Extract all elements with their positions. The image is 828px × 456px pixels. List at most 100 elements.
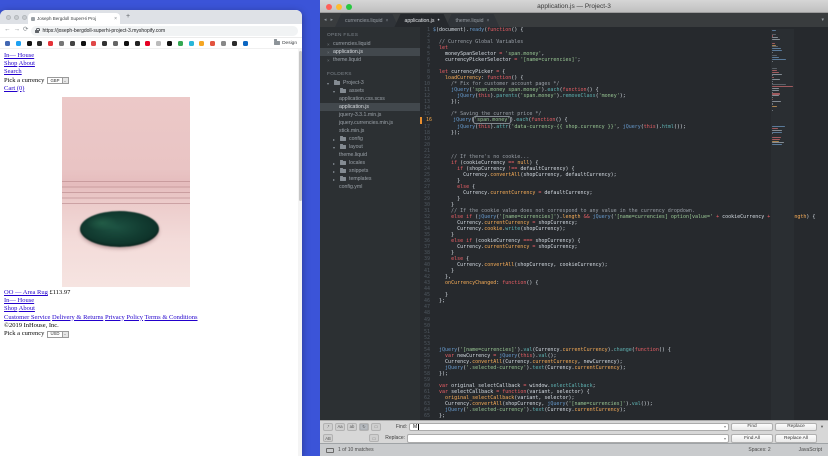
highlight-matches-toggle[interactable]: □	[369, 434, 379, 442]
editor-tab[interactable]: currencies.liquid×	[335, 14, 398, 27]
tree-file-item[interactable]: theme.liquid	[320, 151, 420, 159]
close-file-icon[interactable]: ×	[327, 58, 331, 63]
indentation-setting[interactable]: Spaces: 2	[748, 447, 770, 453]
syntax-setting[interactable]: JavaScript	[799, 447, 822, 453]
reload-icon[interactable]: ⟳	[23, 27, 28, 34]
product-link[interactable]: OO — Area Rug	[4, 289, 48, 296]
wrap-toggle[interactable]: ↻	[359, 423, 369, 431]
editor-tab[interactable]: application.js•	[394, 14, 449, 27]
bookmark-favicon[interactable]	[102, 41, 107, 46]
about-link[interactable]: About	[19, 60, 35, 67]
find-button[interactable]: Find	[731, 423, 773, 432]
close-button[interactable]	[326, 4, 332, 10]
open-file-item[interactable]: ×application.js	[320, 48, 420, 56]
privacy-policy-link[interactable]: Privacy Policy	[105, 314, 143, 321]
preserve-case-toggle[interactable]: AB	[323, 434, 333, 442]
tree-folder-item[interactable]: ▸snippets	[320, 167, 420, 175]
minimap[interactable]	[771, 29, 794, 420]
bookmark-favicon[interactable]	[210, 41, 215, 46]
bookmark-favicon[interactable]	[48, 41, 53, 46]
tree-folder-item[interactable]: ▸locales	[320, 159, 420, 167]
chevron-down-icon[interactable]: ▾	[327, 81, 332, 86]
bookmark-favicon[interactable]	[189, 41, 194, 46]
open-file-item[interactable]: ×theme.liquid	[320, 56, 420, 64]
tree-file-item[interactable]: jquery.currencies.min.js	[320, 119, 420, 127]
tree-file-item[interactable]: application.js	[320, 103, 420, 111]
zoom-button[interactable]	[22, 15, 27, 20]
bookmark-favicon[interactable]	[5, 41, 10, 46]
bookmark-favicon[interactable]	[27, 41, 32, 46]
bookmark-favicon[interactable]	[16, 41, 21, 46]
currency-select-top[interactable]: GBP ⌄	[47, 77, 68, 84]
bookmark-favicon[interactable]	[199, 41, 204, 46]
chevron-down-icon[interactable]: ▾	[724, 436, 726, 441]
bookmark-favicon[interactable]	[70, 41, 75, 46]
tree-file-item[interactable]: stick.min.js	[320, 127, 420, 135]
bookmark-favicon[interactable]	[167, 41, 172, 46]
bookmark-favicon[interactable]	[91, 41, 96, 46]
tree-file-item[interactable]: application.css.scss	[320, 95, 420, 103]
bookmark-favicon[interactable]	[156, 41, 161, 46]
tab-close-icon[interactable]: ×	[114, 16, 117, 22]
replace-all-button[interactable]: Replace All	[775, 434, 817, 443]
minimize-button[interactable]	[14, 15, 19, 20]
chevron-down-icon[interactable]: ▾	[333, 145, 338, 150]
new-tab-button[interactable]: +	[126, 13, 130, 20]
bookmark-favicon[interactable]	[124, 41, 129, 46]
zoom-button[interactable]	[346, 4, 352, 10]
shop-link[interactable]: Shop	[4, 60, 17, 67]
open-file-item[interactable]: ×currencies.liquid	[320, 40, 420, 48]
forward-icon[interactable]: →	[14, 27, 21, 34]
whole-word-toggle[interactable]: ab	[347, 423, 357, 431]
editor-tab[interactable]: theme.liquid×	[446, 14, 500, 27]
customer-service-link[interactable]: Customer Service	[4, 314, 50, 321]
in-selection-toggle[interactable]: □	[371, 423, 381, 431]
tree-folder-item[interactable]: ▸config	[320, 135, 420, 143]
case-sensitive-toggle[interactable]: Aa	[335, 423, 345, 431]
browser-tab[interactable]: Joseph Bergdoll SuperHi Proj ×	[28, 13, 120, 24]
bookmark-favicon[interactable]	[81, 41, 86, 46]
overlay-icon[interactable]	[326, 448, 334, 453]
tree-folder-item[interactable]: ▾assets	[320, 87, 420, 95]
tree-folder-item[interactable]: ▸templates	[320, 175, 420, 183]
bookmark-favicon[interactable]	[178, 41, 183, 46]
tree-folder-item[interactable]: ▾layout	[320, 143, 420, 151]
panel-more-icon[interactable]: ▾	[819, 424, 825, 430]
back-icon[interactable]: ←	[4, 27, 11, 34]
bookmark-favicon[interactable]	[221, 41, 226, 46]
home-link[interactable]: In— House	[4, 52, 34, 59]
chevron-down-icon[interactable]: ▾	[724, 424, 726, 429]
code-editor[interactable]: 1$(document).ready(function() {2 3 // Cu…	[420, 27, 828, 420]
bookmark-favicon[interactable]	[243, 41, 248, 46]
tree-file-item[interactable]: jquery-3.3.1.min.js	[320, 111, 420, 119]
currency-select-bottom[interactable]: USD ⌄	[47, 331, 68, 338]
find-input[interactable]: M ▾	[409, 423, 729, 432]
tree-folder-item[interactable]: ▾Project-3	[320, 79, 420, 87]
bookmarks-folder[interactable]: Design	[274, 41, 297, 46]
close-file-icon[interactable]: ×	[327, 50, 331, 55]
find-all-button[interactable]: Find All	[731, 434, 773, 443]
bookmark-favicon[interactable]	[37, 41, 42, 46]
minimize-button[interactable]	[336, 4, 342, 10]
terms-conditions-link[interactable]: Terms & Conditions	[145, 314, 198, 321]
replace-button[interactable]: Replace	[775, 423, 817, 432]
code-line[interactable]: 65 };	[420, 413, 828, 419]
bookmark-favicon[interactable]	[135, 41, 140, 46]
bookmark-favicon[interactable]	[59, 41, 64, 46]
bookmark-favicon[interactable]	[232, 41, 237, 46]
delivery-returns-link[interactable]: Delivery & Returns	[52, 314, 103, 321]
modified-dot-icon[interactable]: •	[437, 18, 439, 24]
tab-overflow-icon[interactable]: ▾	[821, 17, 824, 23]
footer-home-link[interactable]: In— House	[4, 297, 34, 304]
url-bar[interactable]: https://joseph-bergdoll-superhi-project-…	[31, 26, 298, 36]
cart-link[interactable]: Cart (0)	[4, 85, 24, 92]
chevron-right-icon[interactable]: ▸	[333, 177, 338, 182]
chevron-down-icon[interactable]: ▾	[333, 89, 338, 94]
chevron-right-icon[interactable]: ▸	[333, 137, 338, 142]
bookmark-favicon[interactable]	[113, 41, 118, 46]
tree-file-item[interactable]: config.yml	[320, 183, 420, 191]
footer-about-link[interactable]: About	[19, 305, 35, 312]
chevron-right-icon[interactable]: ▸	[333, 169, 338, 174]
regex-toggle[interactable]: .*	[323, 423, 333, 431]
page-scrollbar[interactable]	[298, 49, 302, 456]
